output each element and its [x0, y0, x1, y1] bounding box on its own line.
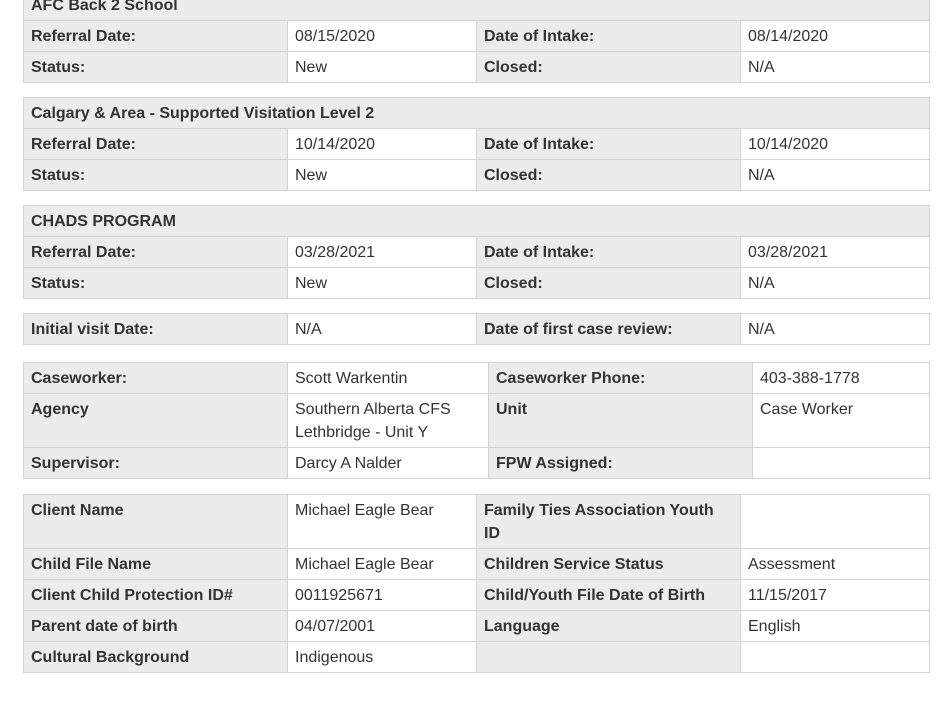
- caseworker-value: Scott Warkentin: [287, 362, 489, 394]
- intake-date-label: Date of Intake:: [476, 128, 741, 160]
- agency-line-1: Southern Alberta CFS: [295, 401, 451, 418]
- child-file-name-label: Child File Name: [23, 548, 288, 580]
- program-table-chads: CHADS PROGRAM Referral Date: 03/28/2021 …: [22, 205, 931, 299]
- closed-value: N/A: [739, 159, 931, 191]
- unit-value: Case Worker: [752, 393, 930, 448]
- client-name-value: Michael Eagle Bear: [287, 494, 477, 549]
- closed-value: N/A: [739, 51, 931, 83]
- caseworker-table: Caseworker: Scott Warkentin Caseworker P…: [23, 362, 930, 479]
- closed-label: Closed:: [476, 267, 741, 299]
- closed-label: Closed:: [476, 51, 741, 83]
- caseworker-phone-value: 403-388-1778: [752, 362, 930, 394]
- referral-date-label: Referral Date:: [23, 20, 288, 52]
- children-service-status-label: Children Service Status: [476, 548, 741, 580]
- referral-date-value: 10/14/2020: [287, 128, 477, 160]
- caseworker-phone-label: Caseworker Phone:: [488, 362, 753, 394]
- intake-date-label: Date of Intake:: [476, 236, 741, 268]
- status-value: New: [287, 267, 477, 299]
- status-label: Status:: [23, 51, 288, 83]
- child-dob-value: 11/15/2017: [740, 579, 930, 611]
- intake-date-label: Date of Intake:: [476, 20, 741, 52]
- closed-value: N/A: [739, 267, 931, 299]
- empty-value-cell: [740, 641, 930, 673]
- visit-dates-table: Initial visit Date: N/A Date of first ca…: [23, 313, 930, 345]
- fpw-assigned-label: FPW Assigned:: [488, 447, 753, 479]
- parent-dob-label: Parent date of birth: [23, 610, 288, 642]
- child-protection-id-label: Client Child Protection ID#: [23, 579, 288, 611]
- intake-date-value: 08/14/2020: [739, 20, 931, 52]
- empty-label-cell: [476, 641, 741, 673]
- program-name: Calgary & Area - Supported Visitation Le…: [22, 97, 931, 129]
- fta-youth-id-label: Family Ties Association Youth ID: [476, 494, 741, 549]
- agency-value: Southern Alberta CFS Lethbridge - Unit Y: [287, 393, 489, 448]
- closed-label: Closed:: [476, 159, 741, 191]
- language-label: Language: [476, 610, 741, 642]
- status-label: Status:: [23, 267, 288, 299]
- status-value: New: [287, 159, 477, 191]
- client-table: Client Name Michael Eagle Bear Family Ti…: [23, 494, 930, 673]
- program-name: AFC Back 2 School: [22, 0, 931, 21]
- supervisor-value: Darcy A Nalder: [287, 447, 489, 479]
- cultural-background-label: Cultural Background: [23, 641, 288, 673]
- program-table-calgary: Calgary & Area - Supported Visitation Le…: [22, 97, 931, 191]
- first-case-review-label: Date of first case review:: [476, 313, 741, 345]
- intake-date-value: 03/28/2021: [739, 236, 931, 268]
- child-protection-id-value: 0011925671: [287, 579, 477, 611]
- fpw-assigned-value: [752, 447, 930, 479]
- referral-date-label: Referral Date:: [23, 236, 288, 268]
- cultural-background-value: Indigenous: [287, 641, 477, 673]
- status-label: Status:: [23, 159, 288, 191]
- intake-date-value: 10/14/2020: [739, 128, 931, 160]
- supervisor-label: Supervisor:: [23, 447, 288, 479]
- unit-label: Unit: [488, 393, 753, 448]
- agency-line-2: Lethbridge - Unit Y: [295, 424, 429, 441]
- program-table-afc: AFC Back 2 School Referral Date: 08/15/2…: [22, 0, 931, 83]
- parent-dob-value: 04/07/2001: [287, 610, 477, 642]
- first-case-review-value: N/A: [740, 313, 930, 345]
- program-name: CHADS PROGRAM: [22, 205, 931, 237]
- referral-date-value: 08/15/2020: [287, 20, 477, 52]
- children-service-status-value: Assessment: [740, 548, 930, 580]
- initial-visit-label: Initial visit Date:: [23, 313, 288, 345]
- status-value: New: [287, 51, 477, 83]
- language-value: English: [740, 610, 930, 642]
- fta-youth-id-value: [740, 494, 930, 549]
- initial-visit-value: N/A: [287, 313, 477, 345]
- child-dob-label: Child/Youth File Date of Birth: [476, 579, 741, 611]
- referral-date-value: 03/28/2021: [287, 236, 477, 268]
- agency-label: Agency: [23, 393, 288, 448]
- child-file-name-value: Michael Eagle Bear: [287, 548, 477, 580]
- client-name-label: Client Name: [23, 494, 288, 549]
- referral-date-label: Referral Date:: [23, 128, 288, 160]
- caseworker-label: Caseworker:: [23, 362, 288, 394]
